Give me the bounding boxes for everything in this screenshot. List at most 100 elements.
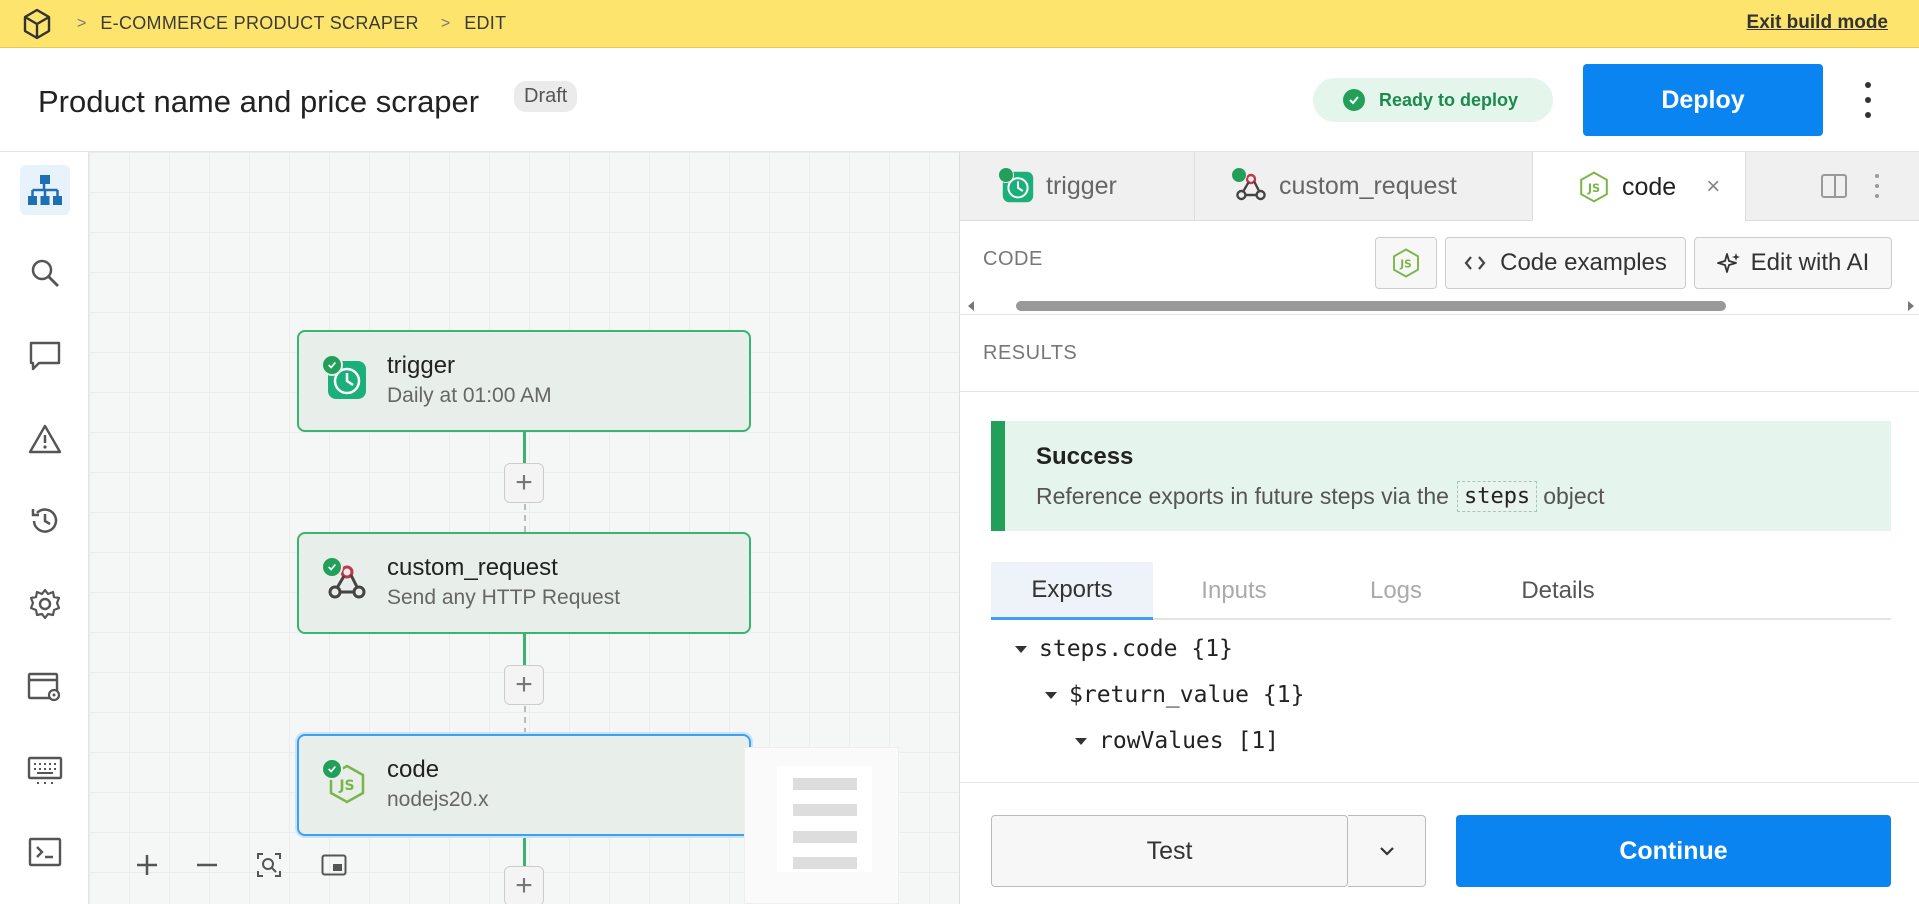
success-body: Reference exports in future steps via th… [1036, 481, 1605, 512]
code-examples-button[interactable]: Code examples [1445, 237, 1686, 289]
panel-more-icon[interactable] [1873, 174, 1881, 198]
minimap-toggle-icon[interactable] [319, 850, 349, 880]
app-settings-icon[interactable] [20, 662, 70, 712]
step-title: trigger [387, 352, 456, 379]
success-title: Success [1036, 443, 1134, 470]
check-circle-icon [321, 556, 343, 578]
tree-meta: {1} [1191, 636, 1233, 662]
results-section-label: RESULTS [983, 342, 1078, 364]
test-button[interactable]: Test [991, 815, 1348, 887]
tab-exports[interactable]: Exports [991, 562, 1153, 620]
tree-key: $return_value [1069, 682, 1250, 708]
code-toolbar: CODE JS Code examples Edit with AI [960, 221, 1919, 297]
pipedream-logo-icon[interactable] [19, 6, 55, 42]
code-horizontal-scrollbar[interactable] [966, 299, 1916, 313]
tab-logs[interactable]: Logs [1315, 562, 1477, 620]
svg-text:JS: JS [1587, 182, 1600, 195]
add-step-button[interactable]: + [504, 665, 544, 705]
terminal-icon[interactable] [20, 827, 70, 877]
connector-line [523, 632, 526, 666]
add-step-button[interactable]: + [504, 866, 544, 904]
gear-icon[interactable] [20, 579, 70, 629]
svg-text:JS: JS [338, 778, 354, 794]
steps-code-chip: steps [1456, 481, 1538, 512]
more-options-icon[interactable] [1856, 82, 1880, 118]
tab-label: trigger [1046, 172, 1117, 200]
warning-icon[interactable] [20, 414, 70, 464]
fit-view-icon[interactable] [254, 850, 284, 880]
connector-line [523, 832, 526, 870]
svg-text:JS: JS [1399, 259, 1411, 271]
step-title: code [387, 756, 440, 783]
left-sidebar [0, 152, 89, 904]
add-step-button[interactable]: + [504, 463, 544, 503]
caret-down-icon[interactable] [1075, 737, 1087, 745]
keyboard-icon[interactable] [20, 745, 70, 795]
deploy-button[interactable]: Deploy [1583, 64, 1823, 136]
tree-node[interactable]: rowValues [1] [1075, 728, 1279, 754]
page-title[interactable]: Product name and price scraper [38, 84, 479, 120]
nodejs-runtime-button[interactable]: JS [1375, 237, 1437, 289]
workflow-icon[interactable] [20, 165, 70, 215]
exit-build-mode-link[interactable]: Exit build mode [1747, 12, 1888, 34]
clock-icon [998, 166, 1034, 203]
zoom-in-icon[interactable] [132, 850, 162, 880]
tab-trigger[interactable]: trigger [960, 152, 1195, 221]
step-title: custom_request [387, 554, 558, 581]
scrollbar-thumb[interactable] [1016, 301, 1726, 311]
connector-dashed [524, 706, 526, 734]
comment-icon[interactable] [20, 331, 70, 381]
step-node-code[interactable]: JS code nodejs20.x [297, 734, 751, 836]
status-badge: Draft [514, 81, 578, 112]
zoom-out-icon[interactable] [192, 850, 222, 880]
caret-down-icon[interactable] [1015, 645, 1027, 653]
step-subtitle: nodejs20.x [387, 788, 489, 811]
edit-with-ai-button[interactable]: Edit with AI [1694, 237, 1892, 289]
history-icon[interactable] [20, 496, 70, 546]
result-tabs: Exports Inputs Logs Details [991, 562, 1891, 620]
step-subtitle: Daily at 01:00 AM [387, 384, 552, 407]
tab-custom-request[interactable]: custom_request [1195, 152, 1533, 221]
caret-down-icon[interactable] [1045, 691, 1057, 699]
step-editor-panel: trigger custom_request JS code × CODE JS [959, 152, 1919, 904]
connector-line [523, 430, 526, 464]
success-text: Reference exports in future steps via th… [1036, 483, 1449, 509]
tab-details[interactable]: Details [1477, 562, 1639, 620]
success-callout: Success Reference exports in future step… [991, 421, 1891, 531]
test-options-dropdown[interactable] [1348, 815, 1426, 887]
nodejs-icon: JS [1578, 171, 1610, 203]
tree-node[interactable]: $return_value {1} [1045, 682, 1304, 708]
chevron-right-icon: > [440, 14, 451, 32]
success-text-end: object [1543, 483, 1605, 509]
continue-button[interactable]: Continue [1456, 815, 1891, 887]
code-examples-label: Code examples [1500, 249, 1667, 276]
workflow-header: Product name and price scraper Draft Rea… [0, 48, 1919, 152]
check-circle-icon [998, 166, 1014, 183]
divider [960, 391, 1919, 392]
step-tabs: trigger custom_request JS code × [960, 152, 1919, 222]
split-view-icon[interactable] [1820, 172, 1848, 200]
tab-inputs[interactable]: Inputs [1153, 562, 1315, 620]
ready-status: Ready to deploy [1313, 78, 1553, 122]
divider [960, 314, 1919, 315]
tree-meta: [1] [1237, 728, 1280, 754]
edit-with-ai-label: Edit with AI [1750, 249, 1870, 276]
check-circle-icon [321, 758, 343, 780]
close-icon[interactable]: × [1706, 173, 1720, 201]
sparkle-icon [1716, 251, 1741, 275]
breadcrumb-project[interactable]: E-COMMERCE PRODUCT SCRAPER [100, 13, 419, 34]
tree-node[interactable]: steps.code {1} [1015, 636, 1233, 662]
check-circle-icon [321, 354, 343, 376]
workflow-canvas[interactable]: + + + trigger Daily at 01:00 AM custom_r… [89, 152, 959, 904]
code-section-label: CODE [983, 248, 1043, 270]
tab-label: custom_request [1279, 172, 1457, 200]
tree-key: steps.code [1039, 636, 1178, 662]
ready-status-label: Ready to deploy [1379, 89, 1519, 110]
step-node-custom-request[interactable]: custom_request Send any HTTP Request [297, 532, 751, 634]
step-node-trigger[interactable]: trigger Daily at 01:00 AM [297, 330, 751, 432]
tab-code[interactable]: JS code × [1533, 152, 1746, 222]
search-icon[interactable] [20, 248, 70, 298]
chevron-down-icon [1379, 847, 1394, 856]
check-circle-icon [1343, 89, 1365, 111]
canvas-minimap[interactable] [744, 747, 899, 904]
